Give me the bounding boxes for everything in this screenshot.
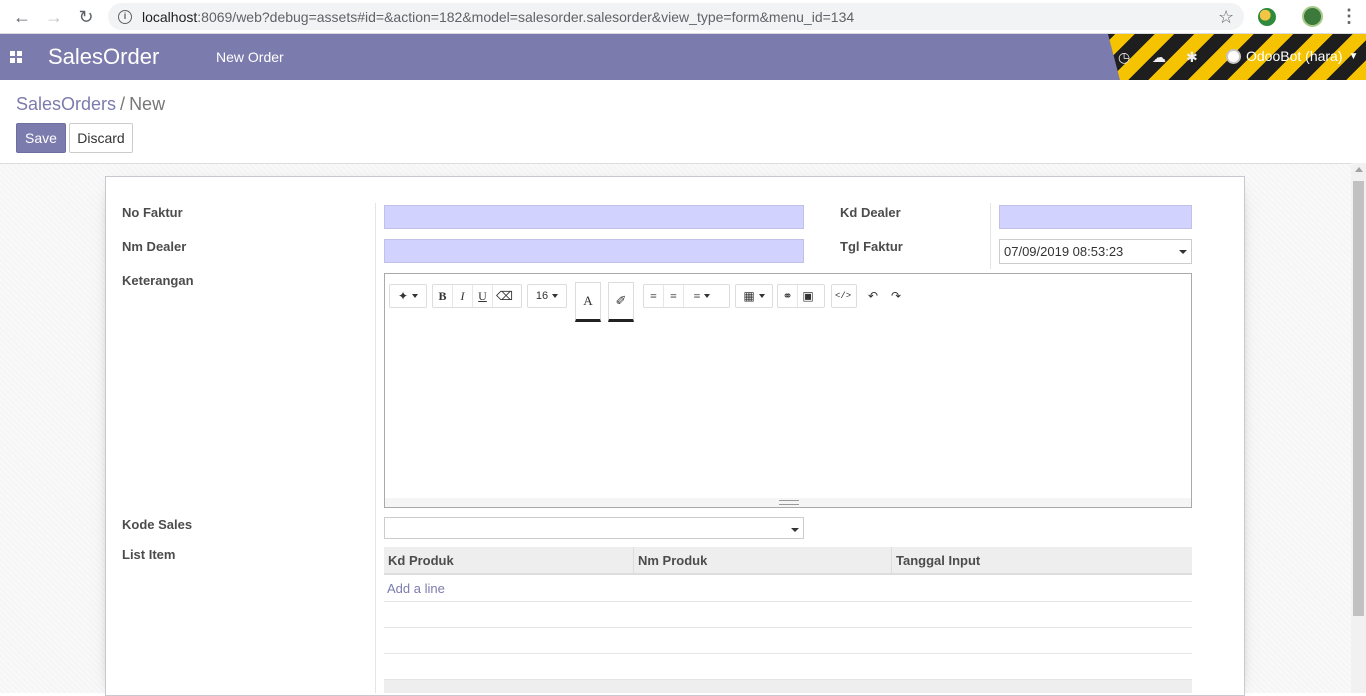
nm-dealer-label: Nm Dealer	[122, 239, 187, 254]
debug-bug-icon[interactable]: ✱	[1186, 49, 1198, 66]
tgl-faktur-value: 07/09/2019 08:53:23	[1004, 244, 1124, 259]
bullet-list-icon[interactable]: ≡	[644, 285, 664, 307]
table-footer	[384, 680, 1192, 693]
reload-icon[interactable]: ↻	[70, 1, 102, 33]
column-tanggal-input[interactable]: Tanggal Input	[892, 547, 1192, 575]
underline-button[interactable]: U	[473, 285, 493, 307]
keterangan-label: Keterangan	[122, 273, 194, 288]
right-column-divider	[990, 203, 991, 269]
scrollbar-thumb[interactable]	[1353, 181, 1364, 616]
breadcrumb-separator: /	[120, 94, 126, 114]
chevron-down-icon: ▼	[1348, 50, 1359, 62]
font-size-group: 16	[527, 284, 567, 308]
link-icon[interactable]: ⚭	[778, 285, 798, 307]
apps-grid-icon[interactable]	[10, 51, 22, 63]
fore-color-button[interactable]: A	[575, 282, 601, 322]
tgl-faktur-label: Tgl Faktur	[840, 239, 903, 254]
add-a-line-link[interactable]: Add a line	[387, 581, 445, 596]
list-group: ≡ ≡ ≡	[643, 284, 730, 308]
column-kd-produk[interactable]: Kd Produk	[384, 547, 634, 575]
font-style-group: B I U ⌫	[432, 284, 522, 308]
left-column-divider	[375, 203, 376, 693]
table-row	[384, 576, 1192, 602]
undo-icon[interactable]: ↶	[863, 285, 883, 307]
image-icon[interactable]: ▣	[798, 285, 818, 307]
magic-wand-icon[interactable]: ✦	[390, 285, 426, 307]
messaging-chat-icon[interactable]: ☁	[1152, 49, 1166, 66]
page-scrollbar[interactable]	[1351, 163, 1366, 693]
user-menu[interactable]: OdooBot (hara) ▼	[1226, 48, 1358, 64]
save-button[interactable]: Save	[16, 123, 66, 153]
user-avatar	[1226, 48, 1241, 64]
table-row	[384, 602, 1192, 628]
chevron-down-icon[interactable]	[791, 528, 799, 532]
kd-dealer-label: Kd Dealer	[840, 205, 901, 220]
nm-dealer-input[interactable]	[384, 239, 804, 263]
discard-button[interactable]: Discard	[69, 123, 133, 153]
activity-clock-icon[interactable]: ◷	[1118, 49, 1130, 66]
user-name: OdooBot (hara)	[1246, 48, 1343, 64]
bookmark-star-icon[interactable]: ☆	[1218, 7, 1234, 28]
menu-item-new-order[interactable]: New Order	[216, 49, 284, 65]
style-group: ✦	[389, 284, 427, 308]
browser-toolbar: ← → ↻ i localhost:8069/web?debug=assets#…	[0, 0, 1366, 34]
table-row	[384, 628, 1192, 654]
table-icon[interactable]: ▦	[736, 285, 772, 307]
profile-avatar-icon[interactable]	[1302, 6, 1323, 27]
table-group: ▦	[735, 284, 773, 308]
keterangan-editor[interactable]: ✦ B I U ⌫ 16 A ✐ ≡ ≡ ≡ ▦ ⚭ ▣ </> ↶ ↷	[384, 273, 1192, 508]
back-arrow-icon[interactable]: ←	[6, 1, 38, 33]
eraser-icon[interactable]: ⌫	[493, 285, 516, 307]
url-path: :8069/web?debug=assets#id=&action=182&mo…	[197, 8, 855, 25]
numbered-list-icon[interactable]: ≡	[664, 285, 684, 307]
list-item-label: List Item	[122, 547, 176, 562]
kode-sales-select[interactable]	[384, 517, 804, 539]
align-icon[interactable]: ≡	[684, 285, 720, 307]
main-navbar: SalesOrder New Order ◷ ☁ ✱ OdooBot (hara…	[0, 34, 1366, 80]
info-icon[interactable]: i	[118, 9, 132, 24]
no-faktur-label: No Faktur	[122, 205, 183, 220]
app-brand[interactable]: SalesOrder	[48, 44, 159, 70]
no-faktur-input[interactable]	[384, 205, 804, 229]
code-view-icon[interactable]: </>	[832, 285, 854, 307]
bold-button[interactable]: B	[433, 285, 453, 307]
resize-grip-icon	[779, 500, 799, 505]
url-host: localhost	[142, 8, 198, 25]
forward-arrow-icon[interactable]: →	[38, 1, 70, 33]
editor-resize-handle[interactable]	[385, 498, 1191, 507]
kd-dealer-input[interactable]	[999, 205, 1192, 229]
breadcrumb-current: New	[129, 94, 166, 114]
redo-icon[interactable]: ↷	[886, 285, 906, 307]
font-size-value: 16	[535, 290, 549, 302]
extension-icon[interactable]	[1258, 8, 1276, 26]
kode-sales-label: Kode Sales	[122, 517, 193, 532]
address-bar[interactable]: i localhost:8069/web?debug=assets#id=&ac…	[108, 3, 1244, 30]
font-size-dropdown[interactable]: 16	[528, 285, 566, 307]
codeview-group: </>	[831, 284, 857, 308]
scroll-up-icon[interactable]	[1355, 167, 1363, 172]
insert-group: ⚭ ▣	[777, 284, 825, 308]
chevron-down-icon[interactable]	[1179, 250, 1187, 254]
list-item-table-header: Kd Produk Nm Produk Tanggal Input	[384, 547, 1192, 575]
paint-brush-icon[interactable]: ✐	[608, 282, 634, 322]
breadcrumb: SalesOrders / New	[16, 94, 165, 115]
browser-menu-icon[interactable]: ⋮	[1340, 6, 1358, 27]
tgl-faktur-datetime-input[interactable]: 07/09/2019 08:53:23	[999, 239, 1192, 264]
column-nm-produk[interactable]: Nm Produk	[634, 547, 892, 575]
breadcrumb-parent[interactable]: SalesOrders	[16, 94, 116, 114]
table-row	[384, 654, 1192, 680]
italic-button[interactable]: I	[453, 285, 473, 307]
